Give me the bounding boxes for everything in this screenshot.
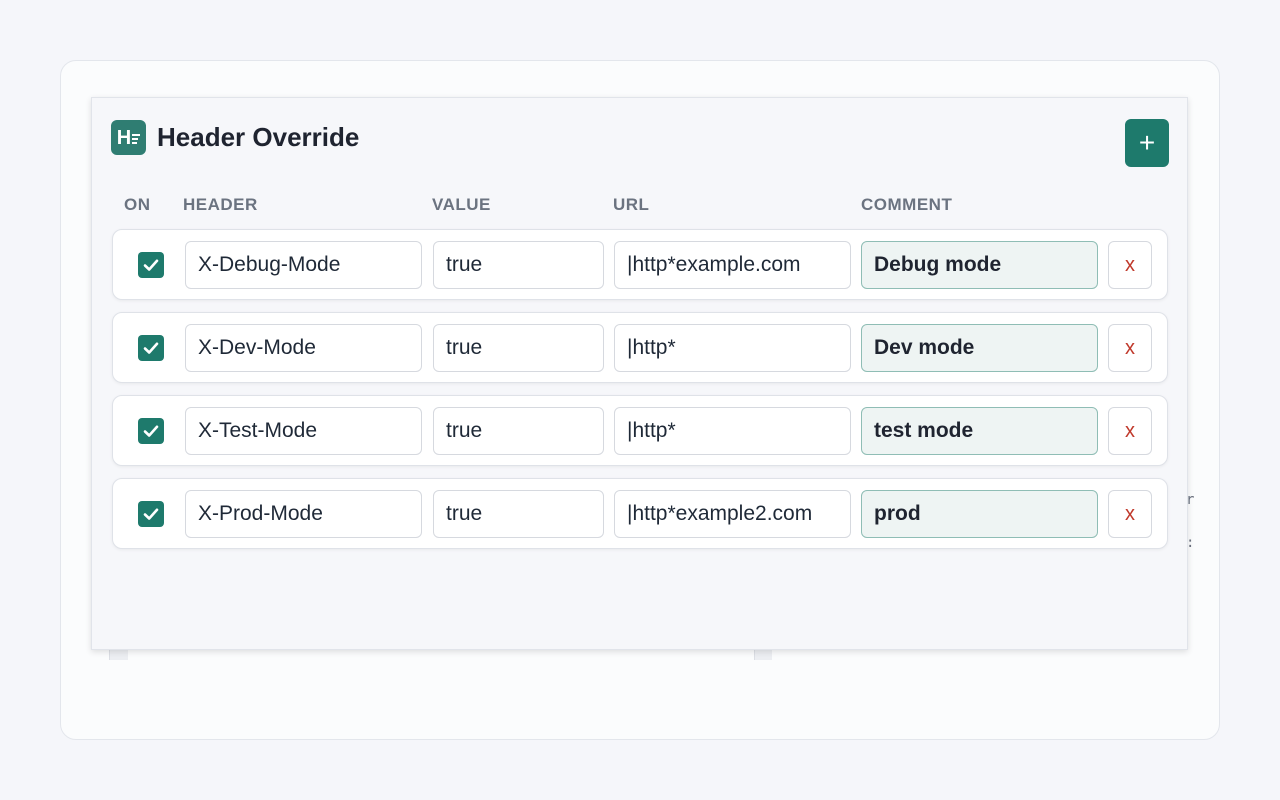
- url-pattern-input[interactable]: |http*example2.com: [614, 490, 851, 538]
- background-panel-right-edge: [754, 650, 772, 660]
- column-header-value: VALUE: [432, 195, 491, 214]
- enabled-checkbox[interactable]: [138, 252, 164, 278]
- comment-input[interactable]: Debug mode: [861, 241, 1098, 289]
- header-value-input[interactable]: true: [433, 241, 604, 289]
- url-pattern-input[interactable]: |http*example.com: [614, 241, 851, 289]
- column-header-header: HEADER: [183, 195, 258, 214]
- url-pattern-input[interactable]: |http*: [614, 324, 851, 372]
- enabled-checkbox[interactable]: [138, 501, 164, 527]
- rule-row: X-Debug-Mode true |http*example.com Debu…: [112, 229, 1168, 300]
- comment-input[interactable]: test mode: [861, 407, 1098, 455]
- rule-row: X-Dev-Mode true |http* Dev mode x: [112, 312, 1168, 383]
- header-name-input[interactable]: X-Prod-Mode: [185, 490, 422, 538]
- check-icon: [143, 342, 159, 354]
- enabled-checkbox[interactable]: [138, 335, 164, 361]
- check-icon: [143, 425, 159, 437]
- delete-rule-button[interactable]: x: [1108, 490, 1152, 538]
- check-icon: [143, 259, 159, 271]
- url-pattern-input[interactable]: |http*: [614, 407, 851, 455]
- header-name-input[interactable]: X-Test-Mode: [185, 407, 422, 455]
- column-header-on: ON: [124, 195, 151, 214]
- add-rule-button[interactable]: +: [1125, 119, 1169, 167]
- rule-row: X-Prod-Mode true |http*example2.com prod…: [112, 478, 1168, 549]
- page-title: Header Override: [157, 122, 360, 152]
- header-value-input[interactable]: true: [433, 324, 604, 372]
- app-logo-icon: H: [111, 120, 146, 155]
- header-value-input[interactable]: true: [433, 490, 604, 538]
- comment-input[interactable]: prod: [861, 490, 1098, 538]
- comment-input[interactable]: Dev mode: [861, 324, 1098, 372]
- delete-rule-button[interactable]: x: [1108, 324, 1152, 372]
- header-value-input[interactable]: true: [433, 407, 604, 455]
- rule-row: X-Test-Mode true |http* test mode x: [112, 395, 1168, 466]
- delete-rule-button[interactable]: x: [1108, 407, 1152, 455]
- logo-letter: H: [116, 126, 132, 149]
- header-override-popup: H Header Override + ON HEADER VALUE URL …: [91, 97, 1188, 650]
- header-name-input[interactable]: X-Dev-Mode: [185, 324, 422, 372]
- check-icon: [143, 508, 159, 520]
- background-panel-left-edge: [109, 650, 128, 660]
- column-header-url: URL: [613, 195, 650, 214]
- logo-lines-icon: [132, 133, 141, 144]
- column-header-comment: COMMENT: [861, 195, 953, 214]
- header-name-input[interactable]: X-Debug-Mode: [185, 241, 422, 289]
- enabled-checkbox[interactable]: [138, 418, 164, 444]
- delete-rule-button[interactable]: x: [1108, 241, 1152, 289]
